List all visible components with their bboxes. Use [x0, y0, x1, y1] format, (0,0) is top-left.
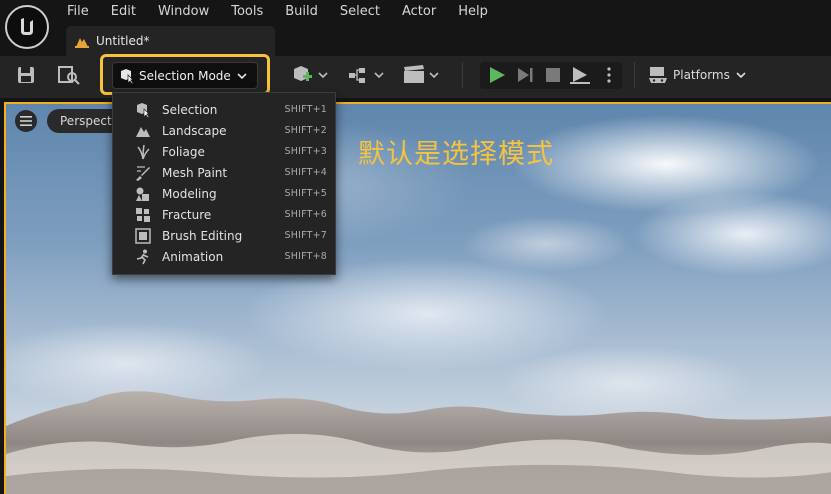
main-menu: File Edit Window Tools Build Select Acto…	[56, 3, 499, 21]
platforms-icon	[649, 67, 667, 83]
level-icon	[75, 38, 89, 48]
menu-item-shortcut: SHIFT+5	[284, 188, 327, 199]
landscape-icon	[135, 123, 151, 139]
stop-icon[interactable]	[542, 64, 564, 86]
terrain-dunes	[6, 391, 831, 494]
unreal-logo-icon[interactable]	[5, 5, 49, 49]
toolbar-separator	[462, 62, 463, 88]
menu-item-fracture[interactable]: Fracture SHIFT+6	[113, 204, 335, 225]
menu-item-label: Fracture	[162, 207, 212, 222]
menu-item-label: Animation	[162, 249, 224, 264]
save-icon[interactable]	[15, 64, 37, 86]
menu-item-shortcut: SHIFT+3	[284, 146, 327, 157]
annotation-text: 默认是选择模式	[358, 139, 554, 170]
menu-item-label: Selection	[162, 102, 218, 117]
chevron-down-icon	[736, 72, 746, 79]
hamburger-icon	[20, 116, 32, 126]
menu-edit[interactable]: Edit	[100, 3, 147, 21]
menu-actor[interactable]: Actor	[391, 3, 447, 21]
menu-item-selection[interactable]: Selection SHIFT+1	[113, 99, 335, 120]
menu-select[interactable]: Select	[329, 3, 391, 21]
document-tab[interactable]: Untitled*	[66, 26, 275, 56]
menu-bar: File Edit Window Tools Build Select Acto…	[0, 0, 831, 56]
selection-mode-icon	[121, 68, 134, 84]
add-actor-icon[interactable]	[292, 64, 330, 86]
menu-item-label: Mesh Paint	[162, 165, 228, 180]
menu-item-label: Brush Editing	[162, 228, 243, 243]
platforms-button[interactable]: Platforms	[648, 63, 747, 87]
selection-mode-button[interactable]: Selection Mode	[112, 62, 258, 89]
menu-item-shortcut: SHIFT+7	[284, 230, 327, 241]
selection-icon	[135, 102, 151, 118]
mesh-paint-icon	[135, 165, 151, 181]
document-tab-title: Untitled*	[96, 34, 150, 48]
eject-icon[interactable]	[569, 64, 591, 86]
menu-file[interactable]: File	[56, 3, 100, 21]
content-browser-icon[interactable]	[58, 64, 80, 86]
menu-window[interactable]: Window	[147, 3, 220, 21]
menu-item-mesh-paint[interactable]: Mesh Paint SHIFT+4	[113, 162, 335, 183]
brush-editing-icon	[135, 227, 151, 244]
fracture-icon	[135, 207, 151, 223]
modeling-icon	[135, 186, 151, 202]
menu-build[interactable]: Build	[274, 3, 329, 21]
play-icon[interactable]	[486, 64, 508, 86]
menu-item-shortcut: SHIFT+8	[284, 251, 327, 262]
menu-item-label: Foliage	[162, 144, 205, 159]
menu-item-brush-editing[interactable]: Brush Editing SHIFT+7	[113, 225, 335, 246]
selection-mode-label: Selection Mode	[139, 68, 231, 83]
viewport-options-button[interactable]	[15, 110, 37, 132]
play-options-icon[interactable]	[599, 64, 619, 86]
menu-item-shortcut: SHIFT+1	[284, 104, 327, 115]
animation-icon	[135, 249, 151, 265]
menu-item-landscape[interactable]: Landscape SHIFT+2	[113, 120, 335, 141]
advance-frame-icon[interactable]	[514, 64, 536, 86]
menu-item-shortcut: SHIFT+4	[284, 167, 327, 178]
platforms-label: Platforms	[673, 68, 730, 82]
menu-item-label: Landscape	[162, 123, 227, 138]
mode-dropdown-menu: Selection SHIFT+1 Landscape SHIFT+2 Foli…	[112, 92, 336, 275]
chevron-down-icon	[237, 72, 247, 79]
menu-item-shortcut: SHIFT+6	[284, 209, 327, 220]
blueprints-icon[interactable]	[348, 64, 386, 86]
menu-item-foliage[interactable]: Foliage SHIFT+3	[113, 141, 335, 162]
menu-tools[interactable]: Tools	[220, 3, 274, 21]
menu-item-shortcut: SHIFT+2	[284, 125, 327, 136]
foliage-icon	[135, 144, 151, 160]
menu-item-modeling[interactable]: Modeling SHIFT+5	[113, 183, 335, 204]
toolbar-separator	[634, 62, 635, 88]
menu-item-label: Modeling	[162, 186, 217, 201]
menu-item-animation[interactable]: Animation SHIFT+8	[113, 246, 335, 267]
menu-help[interactable]: Help	[447, 3, 499, 21]
cinematics-icon[interactable]	[403, 64, 441, 86]
